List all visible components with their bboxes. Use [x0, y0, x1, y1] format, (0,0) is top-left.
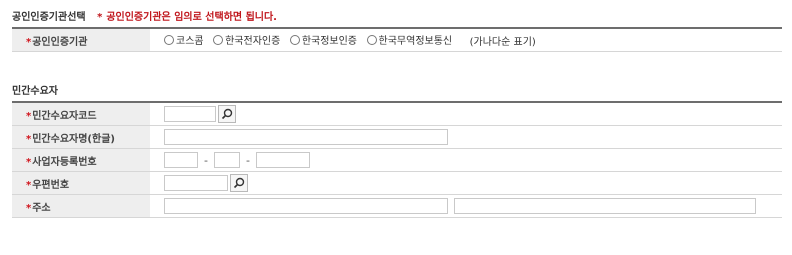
code-row: *민간수요자코드 [12, 102, 782, 126]
bizno-label: *사업자등록번호 [12, 148, 150, 172]
customer-name-input[interactable] [164, 129, 448, 145]
radio-tradesign[interactable]: 한국무역정보통신 [366, 32, 452, 47]
radio-circle-icon [366, 34, 377, 45]
postal-row: *우편번호 [12, 171, 782, 195]
address-row: *주소 [12, 194, 782, 218]
customer-code-input[interactable] [164, 106, 216, 122]
bizno-dash: - [245, 153, 250, 167]
radio-circle-icon [213, 34, 224, 45]
note-text: 공인인증기관은 임의로 선택하면 됩니다. [106, 12, 277, 23]
customer-section-title: 민간수요자 [12, 86, 58, 97]
radio-kica[interactable]: 한국정보인증 [289, 32, 357, 47]
postal-code-input[interactable] [164, 175, 228, 191]
bizno-part2-input[interactable] [213, 152, 240, 168]
bizno-dash: - [204, 153, 208, 167]
cert-table: *공인인증기관 코스콤 한국전자인증 한국정보인증 한국무역정보통신 (가나다순… [12, 27, 782, 52]
cert-section-header: 공인인증기관선택 * 공인인증기관은 임의로 선택하면 됩니다. [12, 8, 277, 23]
address-line1-input[interactable] [164, 198, 448, 214]
bizno-part3-input[interactable] [255, 152, 310, 168]
name-row: *민간수요자명(한글) [12, 125, 782, 149]
note-star: * [97, 12, 103, 23]
search-icon [221, 108, 233, 120]
code-search-button[interactable] [218, 105, 236, 123]
bizno-row: *사업자등록번호 - - [12, 148, 782, 172]
postal-search-button[interactable] [230, 174, 248, 192]
required-mark: * [26, 110, 32, 122]
postal-label: *우편번호 [12, 171, 150, 195]
cert-row: *공인인증기관 코스콤 한국전자인증 한국정보인증 한국무역정보통신 (가나다순… [12, 28, 782, 52]
cert-label: *공인인증기관 [12, 28, 150, 52]
cert-remark: (가나다순 표기) [469, 36, 536, 48]
search-icon [233, 177, 245, 189]
address-label: *주소 [12, 194, 150, 218]
address-line2-input[interactable] [453, 198, 756, 214]
customer-table: *민간수요자코드 *민간수요자명(한글) *사업자등록번호 - - *우편번호 *… [12, 101, 782, 218]
bizno-part1-input[interactable] [164, 152, 198, 168]
radio-circle-icon [164, 34, 174, 45]
radio-koscom[interactable]: 코스콤 [164, 32, 204, 47]
required-mark: * [26, 133, 32, 145]
cert-section-title: 공인인증기관선택 [12, 12, 86, 23]
radio-crosscert[interactable]: 한국전자인증 [213, 32, 280, 47]
radio-circle-icon [289, 34, 300, 45]
code-label: *민간수요자코드 [12, 102, 150, 126]
cert-section-note: * 공인인증기관은 임의로 선택하면 됩니다. [97, 12, 277, 23]
cert-options: 코스콤 한국전자인증 한국정보인증 한국무역정보통신 (가나다순 표기) [150, 28, 782, 52]
required-mark: * [26, 179, 32, 191]
required-mark: * [26, 156, 32, 168]
required-mark: * [26, 202, 32, 214]
required-mark: * [26, 36, 32, 48]
name-label: *민간수요자명(한글) [12, 125, 150, 149]
